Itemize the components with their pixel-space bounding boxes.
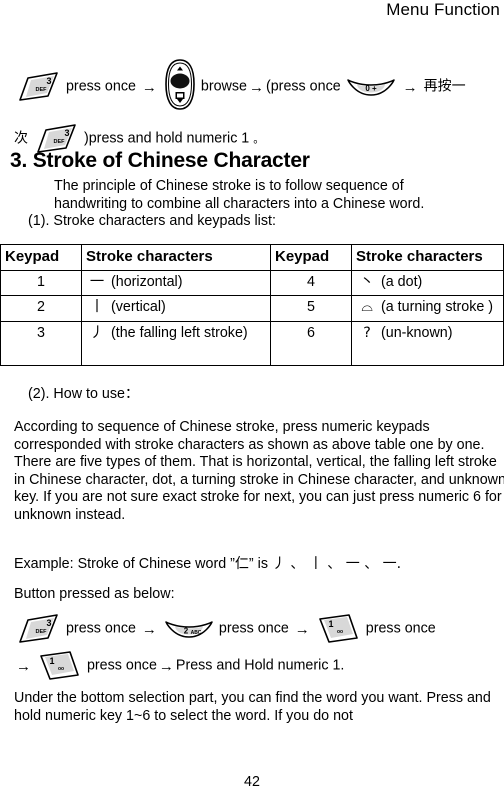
example-stroke-order: 丿 、 丨 、 一 、 一.: [271, 556, 402, 572]
intro-cjk-period: 。: [253, 132, 265, 146]
arrow-right-icon-3: →: [402, 78, 418, 96]
arrow-right-icon-5: →: [294, 620, 310, 638]
keypad-3-def-icon: 3 DEF: [14, 612, 62, 646]
svg-text:ABC: ABC: [190, 630, 201, 636]
intro-sequence-line-1: 3 DEF press once → browse→(press once: [14, 58, 500, 114]
section-paragraph-1: The principle of Chinese stroke is to fo…: [54, 178, 425, 212]
intro-press-once-label-1: press once: [65, 78, 136, 95]
button-press-once-label-3: press once: [365, 620, 436, 637]
svg-text:1: 1: [328, 619, 333, 629]
arrow-right-icon-4: →: [141, 620, 157, 638]
arrow-right-icon-1: →: [141, 78, 157, 96]
keypad-1-icon: 1 oo: [316, 613, 362, 645]
intro-cjk-text-2: 次: [14, 130, 28, 147]
arrow-right-icon-6: →: [16, 657, 31, 675]
keypad-1-icon: 1 oo: [37, 650, 83, 682]
table-row: 3 丿 (the falling left stroke) 6 ? (un-kn…: [0, 320, 504, 366]
svg-text:DEF: DEF: [36, 629, 48, 635]
cell-keypad-4: 4: [270, 269, 352, 296]
page-header-title: Menu Function: [386, 0, 500, 19]
stroke-glyph-dot: 丶: [359, 273, 375, 290]
keypad-3-def-icon: 3 DEF: [14, 70, 62, 104]
manual-page: Menu Function 3 DEF press once → browse …: [0, 0, 504, 796]
intro-press-hold-label: )press and hold numeric 1: [83, 130, 250, 147]
table-header-stroke-left: Stroke characters: [81, 244, 271, 271]
stroke-glyph-turning: ⌓: [361, 299, 373, 315]
cell-keypad-1: 1: [0, 269, 82, 296]
cell-stroke-3: 丿 (the falling left stroke): [81, 320, 271, 366]
keypad-2-abc-icon: 2 ABC: [163, 618, 215, 640]
cell-stroke-2: 丨 (vertical): [81, 295, 271, 322]
table-row: 2 丨 (vertical) 5 ⌓ (a turning stroke ): [0, 295, 504, 322]
cell-keypad-5: 5: [270, 295, 352, 322]
cell-stroke-5: ⌓ (a turning stroke ): [351, 295, 504, 322]
stroke-glyph-unknown: ?: [363, 324, 371, 341]
keypad-0-plus-icon: 0 +: [345, 76, 397, 98]
stroke-label-falling-left: (the falling left stroke): [110, 324, 248, 341]
button-press-once-label-4: press once: [86, 657, 157, 674]
section-paragraph-2: (1). Stroke characters and keypads list:: [28, 213, 276, 229]
intro-cjk-text-1: 再按一: [423, 78, 466, 95]
table-header-row: Keypad Stroke characters Keypad Stroke c…: [0, 244, 504, 271]
svg-text:DEF: DEF: [53, 139, 65, 145]
intro-key-sequence: 3 DEF press once → browse→(press once: [14, 58, 500, 156]
howto-example-line: Example: Stroke of Chinese word ”仁” is 丿…: [14, 556, 504, 574]
page-number: 42: [244, 774, 260, 790]
table-header-keypad-right: Keypad: [270, 244, 352, 271]
howto-heading: (2). How to use：: [28, 386, 140, 402]
stroke-glyph-falling-left: 丿: [89, 324, 105, 341]
cell-keypad-2: 2: [0, 295, 82, 322]
intro-browse-label: browse: [200, 78, 247, 95]
cell-stroke-4: 丶 (a dot): [351, 269, 504, 296]
stroke-glyph-vertical: 丨: [89, 299, 105, 315]
arrow-right-icon-7: →: [158, 657, 174, 675]
cell-keypad-6: 6: [270, 320, 352, 366]
svg-text:1: 1: [49, 656, 54, 666]
button-sequence-line-1: 3 DEF press once → 2 ABC press once → 1 …: [14, 612, 500, 646]
stroke-glyph-horizontal: 一: [89, 273, 105, 290]
stroke-label-vertical: (vertical): [110, 299, 166, 315]
svg-text:oo: oo: [337, 629, 343, 635]
stroke-label-unknown: (un-known): [380, 324, 453, 341]
table-row: 1 一 (horizontal) 4 丶 (a dot): [0, 269, 504, 296]
table-header-stroke-right: Stroke characters: [351, 244, 504, 271]
button-pressed-label: Button pressed as below:: [14, 586, 175, 602]
stroke-label-dot: (a dot): [380, 273, 423, 290]
stroke-character-table: Keypad Stroke characters Keypad Stroke c…: [0, 244, 504, 366]
svg-text:3: 3: [46, 76, 51, 86]
closing-paragraph: Under the bottom selection part, you can…: [14, 690, 491, 724]
stroke-label-turning: (a turning stroke ): [380, 299, 494, 315]
cell-stroke-1: 一 (horizontal): [81, 269, 271, 296]
cell-keypad-3: 3: [0, 320, 82, 366]
cell-stroke-6: ? (un-known): [351, 320, 504, 366]
button-sequence-line-2: → 1 oo press once → Press and Hold numeric…: [14, 650, 500, 682]
table-header-keypad-left: Keypad: [0, 244, 82, 271]
example-chinese-word: 仁: [234, 556, 249, 572]
button-press-once-label-2: press once: [218, 620, 289, 637]
intro-press-once-label-2: (press once: [265, 78, 341, 95]
svg-text:2: 2: [184, 627, 189, 636]
arrow-right-icon-2: →: [248, 78, 264, 96]
example-prefix: Example: Stroke of Chinese word ”: [14, 556, 235, 572]
button-press-once-label-1: press once: [65, 620, 136, 637]
svg-text:3: 3: [46, 618, 51, 628]
phone-navigation-key-icon: [163, 58, 197, 112]
svg-text:DEF: DEF: [36, 87, 48, 93]
svg-text:0 +: 0 +: [365, 84, 377, 93]
howto-paragraph: According to sequence of Chinese stroke,…: [14, 419, 504, 523]
svg-text:3: 3: [64, 128, 69, 138]
button-key-sequence: 3 DEF press once → 2 ABC press once → 1 …: [14, 612, 500, 682]
section-heading: 3. Stroke of Chinese Character: [10, 149, 310, 172]
stroke-label-horizontal: (horizontal): [110, 273, 183, 290]
example-mid: ” is: [248, 556, 272, 572]
svg-text:oo: oo: [58, 666, 64, 672]
button-press-hold-label: Press and Hold numeric 1.: [175, 657, 345, 674]
